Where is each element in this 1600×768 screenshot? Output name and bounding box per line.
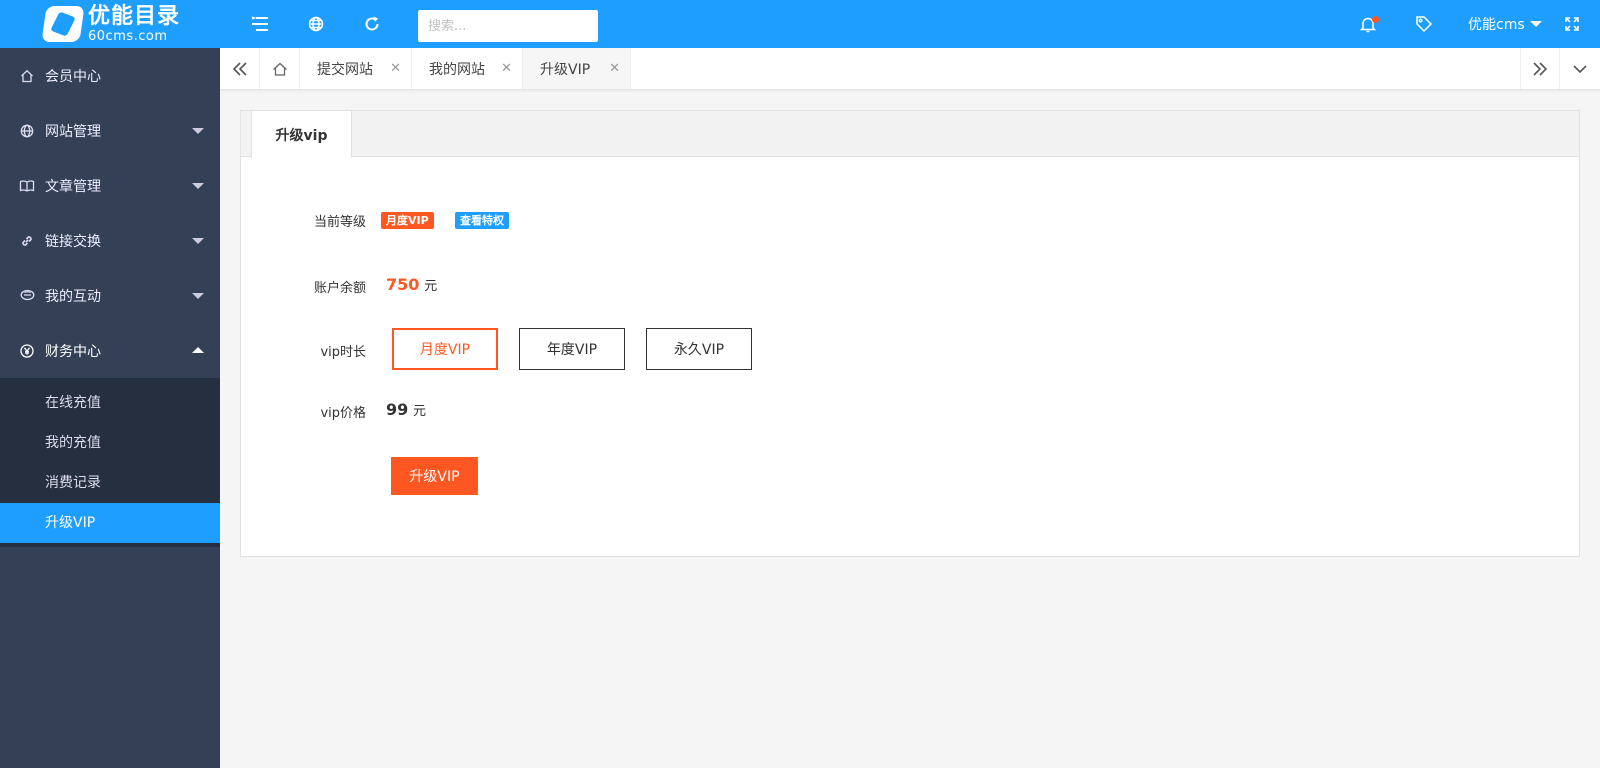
price-currency: 元: [413, 404, 427, 419]
notification-dot: [1372, 16, 1379, 23]
tab-upgrade-vip-form[interactable]: 升级vip: [251, 111, 352, 158]
sidebar-item-label: 链接交换: [45, 233, 101, 250]
duration-option-yearly[interactable]: 年度VIP: [519, 328, 625, 370]
book-icon: [18, 179, 36, 192]
duration-option-monthly[interactable]: 月度VIP: [392, 328, 498, 370]
tab-submit-site[interactable]: 提交网站 ✕: [300, 48, 412, 89]
chevron-down-icon: [192, 183, 204, 189]
chevron-up-icon: [192, 347, 204, 353]
chevron-down-icon: [1529, 21, 1542, 27]
upgrade-vip-button[interactable]: 升级VIP: [391, 457, 478, 495]
chevron-down-icon: [192, 128, 204, 134]
sidebar-item-label: 财务中心: [45, 343, 101, 360]
duration-label: vip时长: [320, 345, 366, 360]
logo-name-cn: 优能目录: [88, 3, 181, 29]
sidebar-item-label: 网站管理: [45, 123, 101, 140]
logo[interactable]: 优能目录 60cms.com: [0, 0, 220, 48]
sidebar-subitem-online-recharge[interactable]: 在线充值: [0, 383, 220, 423]
sidebar-item-label: 文章管理: [45, 178, 101, 195]
yen-icon: [18, 343, 36, 358]
tab-upgrade-vip[interactable]: 升级VIP ✕: [523, 48, 631, 89]
view-privileges-button[interactable]: 查看特权: [455, 212, 509, 229]
tab-label: 我的网站: [429, 61, 485, 78]
tab-label: 升级VIP: [540, 61, 591, 78]
sidebar-item-link-exchange[interactable]: 链接交换: [0, 213, 220, 268]
bell-icon[interactable]: [1348, 0, 1388, 48]
sidebar-item-label: 会员中心: [45, 68, 101, 85]
price-value: 99 元: [386, 400, 426, 419]
globe-icon[interactable]: [296, 0, 336, 48]
search-input[interactable]: [418, 10, 598, 42]
tabs-menu-chevron-down-icon[interactable]: [1560, 48, 1600, 89]
fullscreen-icon[interactable]: [1552, 0, 1592, 48]
balance-value: 750 元: [386, 275, 437, 294]
sidebar-subitem-consumption-records[interactable]: 消费记录: [0, 463, 220, 503]
sidebar-item-my-interaction[interactable]: 我的互动: [0, 268, 220, 323]
close-icon[interactable]: ✕: [501, 61, 512, 76]
sidebar-subitem-my-recharge[interactable]: 我的充值: [0, 423, 220, 463]
sidebar: 会员中心 网站管理 文章管理 链接交换 我的互动 财务中心 在线充值 我的充值 …: [0, 48, 220, 768]
finance-subnav: 在线充值 我的充值 消费记录 升级VIP: [0, 378, 220, 547]
tag-icon[interactable]: [1404, 0, 1444, 48]
sidebar-item-label: 我的互动: [45, 288, 101, 305]
home-tab[interactable]: [260, 48, 300, 89]
close-icon[interactable]: ✕: [390, 61, 401, 76]
current-level-label: 当前等级: [313, 215, 366, 230]
price-label: vip价格: [320, 406, 366, 421]
scroll-right-button[interactable]: [1520, 48, 1560, 89]
card-tab-strip: 升级vip: [241, 111, 1579, 158]
chevron-down-icon: [192, 293, 204, 299]
close-icon[interactable]: ✕: [609, 61, 620, 76]
sidebar-item-article-management[interactable]: 文章管理: [0, 158, 220, 213]
tab-my-sites[interactable]: 我的网站 ✕: [412, 48, 523, 89]
sidebar-item-member-center[interactable]: 会员中心: [0, 48, 220, 103]
logo-mark-icon: [41, 6, 85, 42]
duration-option-lifetime[interactable]: 永久VIP: [646, 328, 752, 370]
tab-label: 提交网站: [317, 61, 373, 78]
sidebar-item-finance-center[interactable]: 财务中心: [0, 323, 220, 378]
link-icon: [18, 234, 36, 248]
refresh-icon[interactable]: [352, 0, 392, 48]
home-icon: [18, 69, 36, 83]
top-header: 优能目录 60cms.com 优能cms: [0, 0, 1600, 48]
chevron-down-icon: [192, 238, 204, 244]
menu-icon[interactable]: [240, 0, 280, 48]
chat-icon: [18, 289, 36, 302]
logo-name-en: 60cms.com: [88, 28, 168, 44]
scroll-left-button[interactable]: [220, 48, 260, 89]
balance-amount: 750: [386, 275, 420, 294]
username: 优能cms: [1468, 17, 1525, 33]
balance-label: 账户余额: [313, 281, 366, 296]
sidebar-subitem-upgrade-vip[interactable]: 升级VIP: [0, 503, 220, 543]
page-tabs-bar: 提交网站 ✕ 我的网站 ✕ 升级VIP ✕: [220, 48, 1600, 90]
balance-currency: 元: [424, 279, 438, 294]
price-amount: 99: [386, 400, 409, 419]
current-level-badge: 月度VIP: [381, 212, 434, 229]
sidebar-item-site-management[interactable]: 网站管理: [0, 103, 220, 158]
user-menu[interactable]: 优能cms: [1468, 0, 1542, 48]
globe-icon: [18, 124, 36, 138]
